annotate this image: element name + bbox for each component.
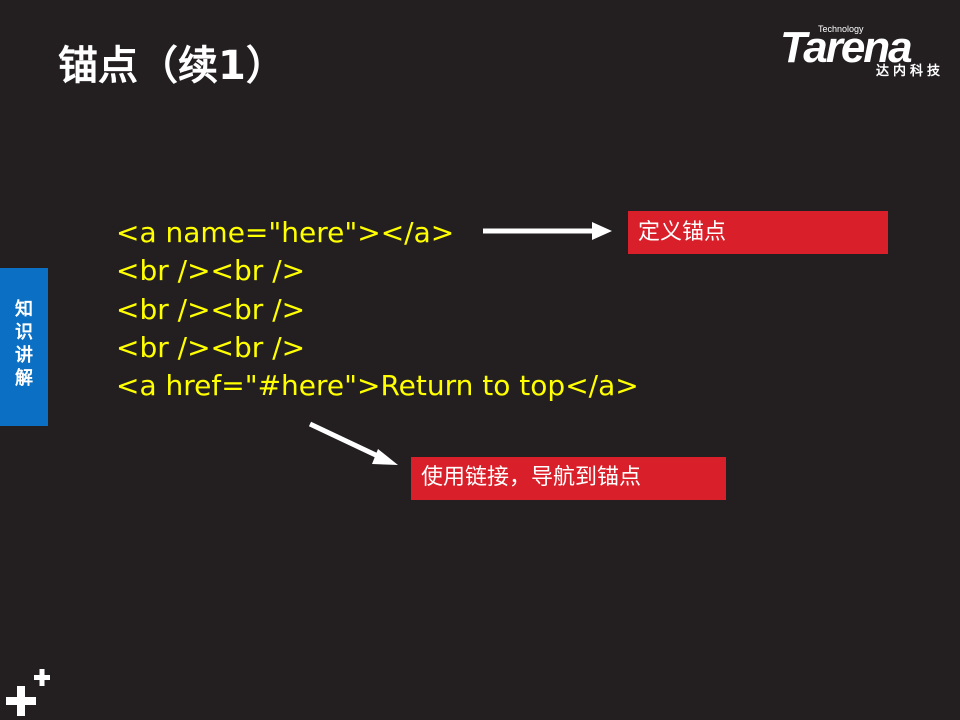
plus-icon [6, 669, 50, 716]
tarena-logo: Technology Tarena 达内科技 [780, 22, 948, 84]
side-tab: 知识讲解 [0, 268, 48, 426]
code-block: <a name="here"></a> <br /><br /> <br /><… [116, 214, 639, 405]
callout-link-to-anchor: 使用链接，导航到锚点 [411, 457, 726, 500]
code-line-break-3: <br /><br /> [116, 330, 306, 364]
arrow-icon [308, 421, 398, 465]
code-line-return-link: <a href="#here">Return to top</a> [116, 369, 639, 403]
slide: 锚点（续1） Technology Tarena 达内科技 知识讲解 <a na… [0, 0, 960, 720]
code-line-break-1: <br /><br /> [116, 254, 306, 288]
code-line-anchor-definition: <a name="here"></a> [116, 216, 455, 249]
callout-define-anchor: 定义锚点 [628, 211, 888, 254]
code-line-break-2: <br /><br /> [116, 292, 306, 326]
slide-title: 锚点（续1） [58, 43, 286, 89]
side-tab-label: 知识讲解 [15, 299, 33, 389]
logo-subtitle: 达内科技 [875, 64, 944, 79]
